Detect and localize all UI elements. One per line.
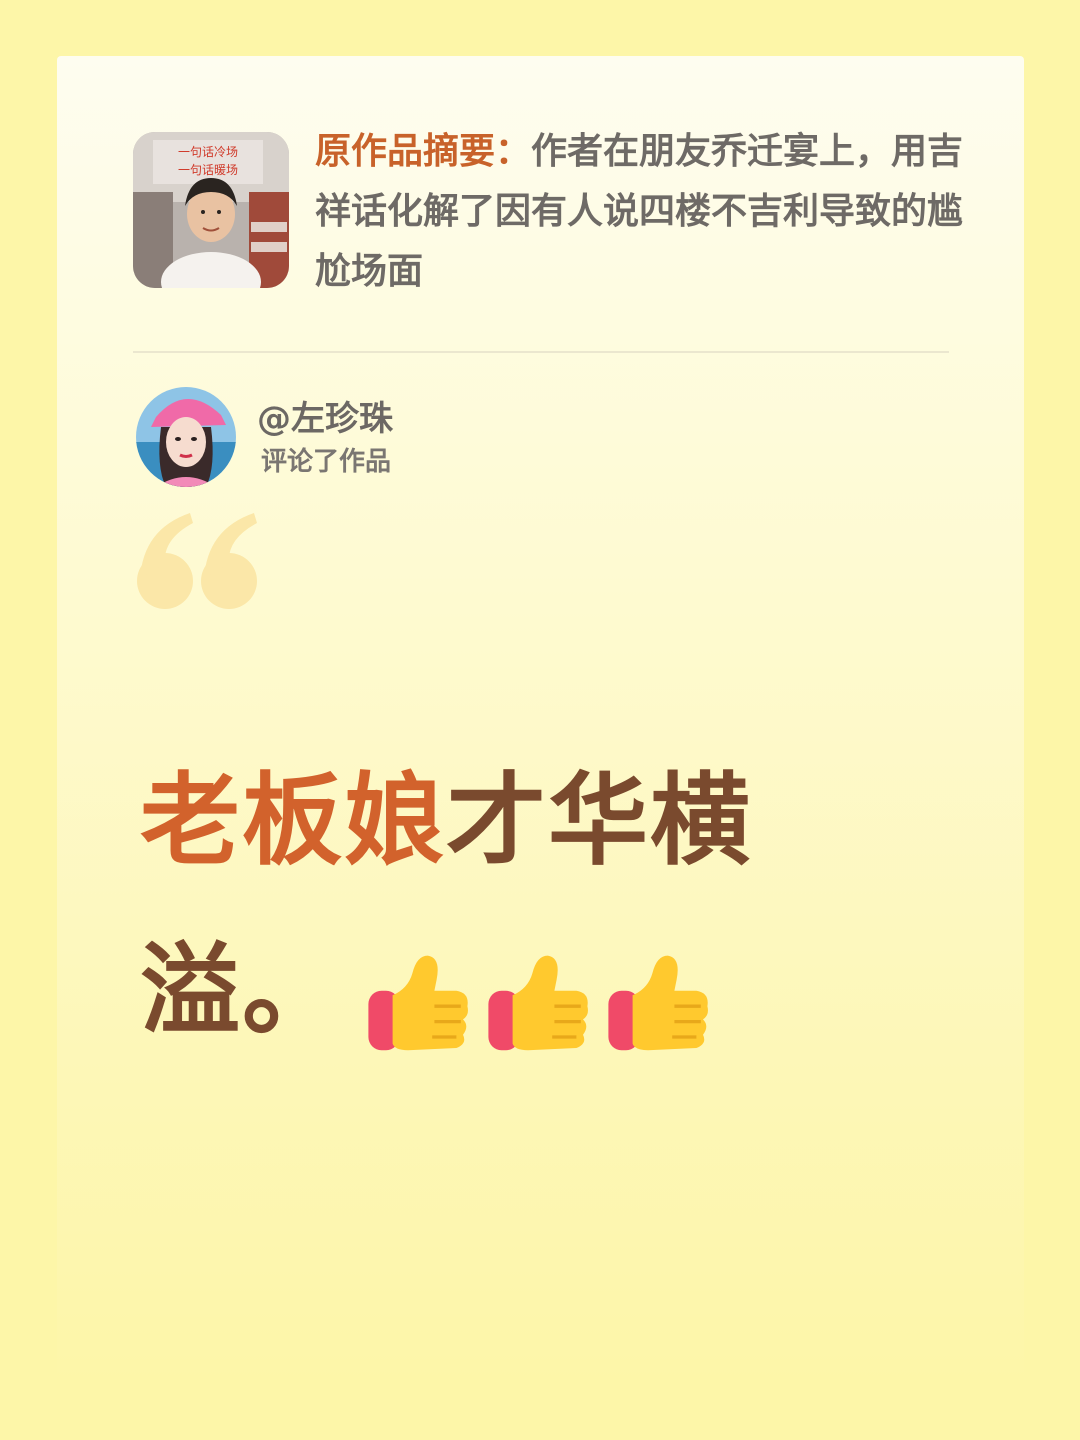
original-work-thumbnail[interactable]: 一句话冷场 一句话暖场 (133, 132, 289, 288)
comment-text: 老板娘才华横溢。 (140, 736, 840, 1082)
thumbnail-sign-line2: 一句话暖场 (178, 163, 238, 177)
comment-highlight: 老板娘 (140, 762, 446, 879)
thumbnail-image: 一句话冷场 一句话暖场 (133, 132, 289, 288)
commenter-avatar[interactable] (136, 387, 236, 487)
thumbnail-sign-line1: 一句话冷场 (178, 145, 238, 159)
thumbs-up-icon (368, 955, 468, 1050)
thumbs-up-group (364, 912, 724, 1082)
commenter-name[interactable]: @左珍珠 (257, 399, 393, 439)
quote-mark-icon (137, 513, 257, 609)
comment-card: 一句话冷场 一句话暖场 原作品摘要：作者在朋友乔迁宴上，用吉祥话化解了因有人说四… (57, 56, 1024, 1386)
thumbs-up-icon (488, 955, 588, 1050)
comment-action-label: 评论了作品 (261, 447, 392, 477)
avatar-image (136, 387, 236, 487)
original-work-summary: 原作品摘要：作者在朋友乔迁宴上，用吉祥话化解了因有人说四楼不吉利导致的尴尬场面 (315, 122, 965, 302)
thumbs-up-icon (608, 955, 708, 1050)
summary-label: 原作品摘要： (315, 131, 532, 172)
divider (133, 351, 949, 353)
